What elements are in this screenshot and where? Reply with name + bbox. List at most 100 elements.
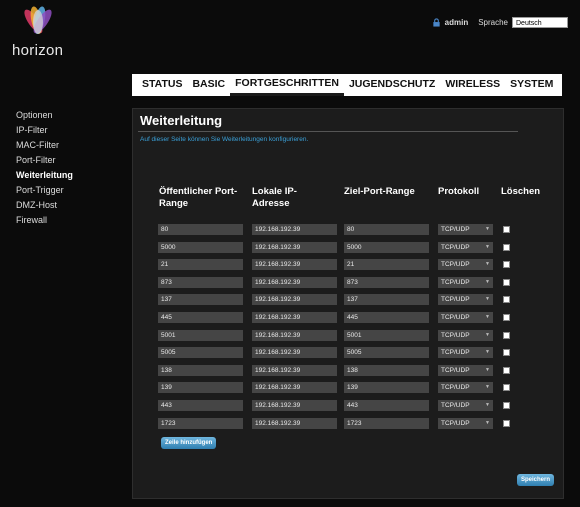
sidebar-item-firewall[interactable]: Firewall	[16, 213, 73, 228]
language-select[interactable]: Deutsch	[512, 17, 568, 28]
public-port-input[interactable]: 5000	[158, 241, 243, 253]
delete-checkbox[interactable]	[503, 261, 510, 269]
sidebar-item-weiterleitung[interactable]: Weiterleitung	[16, 168, 73, 183]
protocol-select[interactable]: TCP/UDP ▼	[438, 276, 493, 288]
sidebar-item-optionen[interactable]: Optionen	[16, 108, 73, 123]
protocol-value: TCP/UDP	[441, 384, 470, 392]
target-port-input[interactable]: 80	[344, 224, 429, 235]
public-port-input[interactable]: 5001	[158, 329, 243, 341]
tab-jugendschutz[interactable]: JUGENDSCHUTZ	[344, 74, 440, 96]
public-port-input[interactable]: 443	[158, 400, 243, 411]
add-row-button[interactable]: Zeile hinzufügen	[161, 437, 217, 449]
sidebar: Optionen IP-Filter MAC-Filter Port-Filter We…	[16, 108, 73, 228]
protocol-select[interactable]: TCP/UDP ▼	[438, 224, 493, 235]
target-port-input[interactable]: 138	[344, 364, 429, 376]
protocol-value: TCP/UDP	[441, 226, 470, 233]
header-delete: Löschen	[501, 186, 541, 197]
public-port-input[interactable]: 80	[158, 224, 243, 235]
public-port-input[interactable]: 139	[158, 382, 243, 394]
delete-checkbox[interactable]	[503, 314, 510, 321]
chevron-down-icon: ▼	[485, 278, 490, 285]
protocol-select[interactable]: TCP/UDP ▼	[438, 382, 493, 394]
local-ip-input[interactable]: 192.168.192.39	[252, 382, 337, 394]
tab-status[interactable]: STATUS	[132, 74, 187, 96]
target-port-input[interactable]: 139	[344, 382, 429, 394]
protocol-value: TCP/UDP	[441, 314, 470, 321]
chevron-down-icon: ▼	[485, 243, 490, 250]
target-port-input[interactable]: 1723	[344, 417, 429, 429]
public-port-input[interactable]: 21	[158, 259, 243, 271]
protocol-select[interactable]: TCP/UDP ▼	[438, 294, 493, 306]
protocol-select[interactable]: TCP/UDP ▼	[438, 329, 493, 341]
delete-checkbox[interactable]	[503, 331, 510, 339]
delete-checkbox[interactable]	[503, 366, 510, 374]
sidebar-item-port-trigger[interactable]: Port-Trigger	[16, 183, 73, 198]
target-port-input[interactable]: 5005	[344, 347, 429, 359]
delete-checkbox[interactable]	[503, 419, 510, 427]
protocol-select[interactable]: TCP/UDP ▼	[438, 312, 493, 323]
public-port-input[interactable]: 873	[158, 276, 243, 288]
sidebar-item-ip-filter[interactable]: IP-Filter	[16, 123, 73, 138]
target-port-input[interactable]: 873	[344, 276, 429, 288]
delete-checkbox[interactable]	[503, 243, 510, 251]
target-port-input[interactable]: 21	[344, 259, 429, 271]
local-ip-input[interactable]: 192.168.192.39	[252, 400, 337, 411]
lock-icon	[432, 18, 440, 27]
local-ip-input[interactable]: 192.168.192.39	[252, 347, 337, 359]
protocol-select[interactable]: TCP/UDP ▼	[438, 347, 493, 359]
public-port-input[interactable]: 5005	[158, 347, 243, 359]
target-port-input[interactable]: 137	[344, 294, 429, 306]
sidebar-item-mac-filter[interactable]: MAC-Filter	[16, 138, 73, 153]
protocol-value: TCP/UDP	[441, 331, 470, 339]
local-ip-input[interactable]: 192.168.192.39	[252, 224, 337, 235]
protocol-value: TCP/UDP	[441, 296, 470, 304]
target-port-input[interactable]: 445	[344, 312, 429, 323]
public-port-input[interactable]: 138	[158, 364, 243, 376]
protocol-value: TCP/UDP	[441, 243, 470, 251]
public-port-input[interactable]: 137	[158, 294, 243, 306]
sidebar-item-port-filter[interactable]: Port-Filter	[16, 153, 73, 168]
brand-name: horizon	[12, 42, 64, 59]
protocol-select[interactable]: TCP/UDP ▼	[438, 364, 493, 376]
protocol-select[interactable]: TCP/UDP ▼	[438, 417, 493, 429]
page-title: Weiterleitung	[140, 113, 223, 128]
delete-checkbox[interactable]	[503, 349, 510, 357]
protocol-value: TCP/UDP	[441, 349, 470, 357]
username[interactable]: admin	[445, 18, 469, 27]
local-ip-input[interactable]: 192.168.192.39	[252, 312, 337, 323]
delete-checkbox[interactable]	[503, 384, 510, 392]
language-label: Sprache	[478, 18, 508, 27]
delete-checkbox[interactable]	[503, 402, 510, 409]
tab-basic[interactable]: BASIC	[187, 74, 230, 96]
chevron-down-icon: ▼	[485, 384, 490, 391]
local-ip-input[interactable]: 192.168.192.39	[252, 417, 337, 429]
tab-fortgeschritten[interactable]: FORTGESCHRITTEN	[230, 74, 344, 96]
sidebar-item-dmz-host[interactable]: DMZ-Host	[16, 198, 73, 213]
local-ip-input[interactable]: 192.168.192.39	[252, 364, 337, 376]
tab-system[interactable]: SYSTEM	[505, 74, 558, 96]
target-port-input[interactable]: 443	[344, 400, 429, 411]
local-ip-input[interactable]: 192.168.192.39	[252, 294, 337, 306]
chevron-down-icon: ▼	[485, 314, 490, 320]
protocol-value: TCP/UDP	[441, 366, 470, 374]
protocol-select[interactable]: TCP/UDP ▼	[438, 241, 493, 253]
delete-checkbox[interactable]	[503, 278, 510, 286]
page-description: Auf dieser Seite können Sie Weiterleitun…	[140, 136, 309, 143]
protocol-select[interactable]: TCP/UDP ▼	[438, 400, 493, 411]
local-ip-input[interactable]: 192.168.192.39	[252, 259, 337, 271]
target-port-input[interactable]: 5001	[344, 329, 429, 341]
protocol-value: TCP/UDP	[441, 419, 470, 427]
target-port-input[interactable]: 5000	[344, 241, 429, 253]
public-port-input[interactable]: 445	[158, 312, 243, 323]
delete-checkbox[interactable]	[503, 296, 510, 304]
local-ip-input[interactable]: 192.168.192.39	[252, 276, 337, 288]
public-port-input[interactable]: 1723	[158, 417, 243, 429]
save-button[interactable]: Speichern	[517, 474, 555, 486]
local-ip-input[interactable]: 192.168.192.39	[252, 329, 337, 341]
tab-wireless[interactable]: WIRELESS	[440, 74, 505, 96]
delete-checkbox[interactable]	[503, 226, 510, 233]
local-ip-input[interactable]: 192.168.192.39	[252, 241, 337, 253]
chevron-down-icon: ▼	[485, 349, 490, 356]
content-panel: Weiterleitung Auf dieser Seite können Si…	[132, 108, 564, 499]
protocol-select[interactable]: TCP/UDP ▼	[438, 259, 493, 271]
